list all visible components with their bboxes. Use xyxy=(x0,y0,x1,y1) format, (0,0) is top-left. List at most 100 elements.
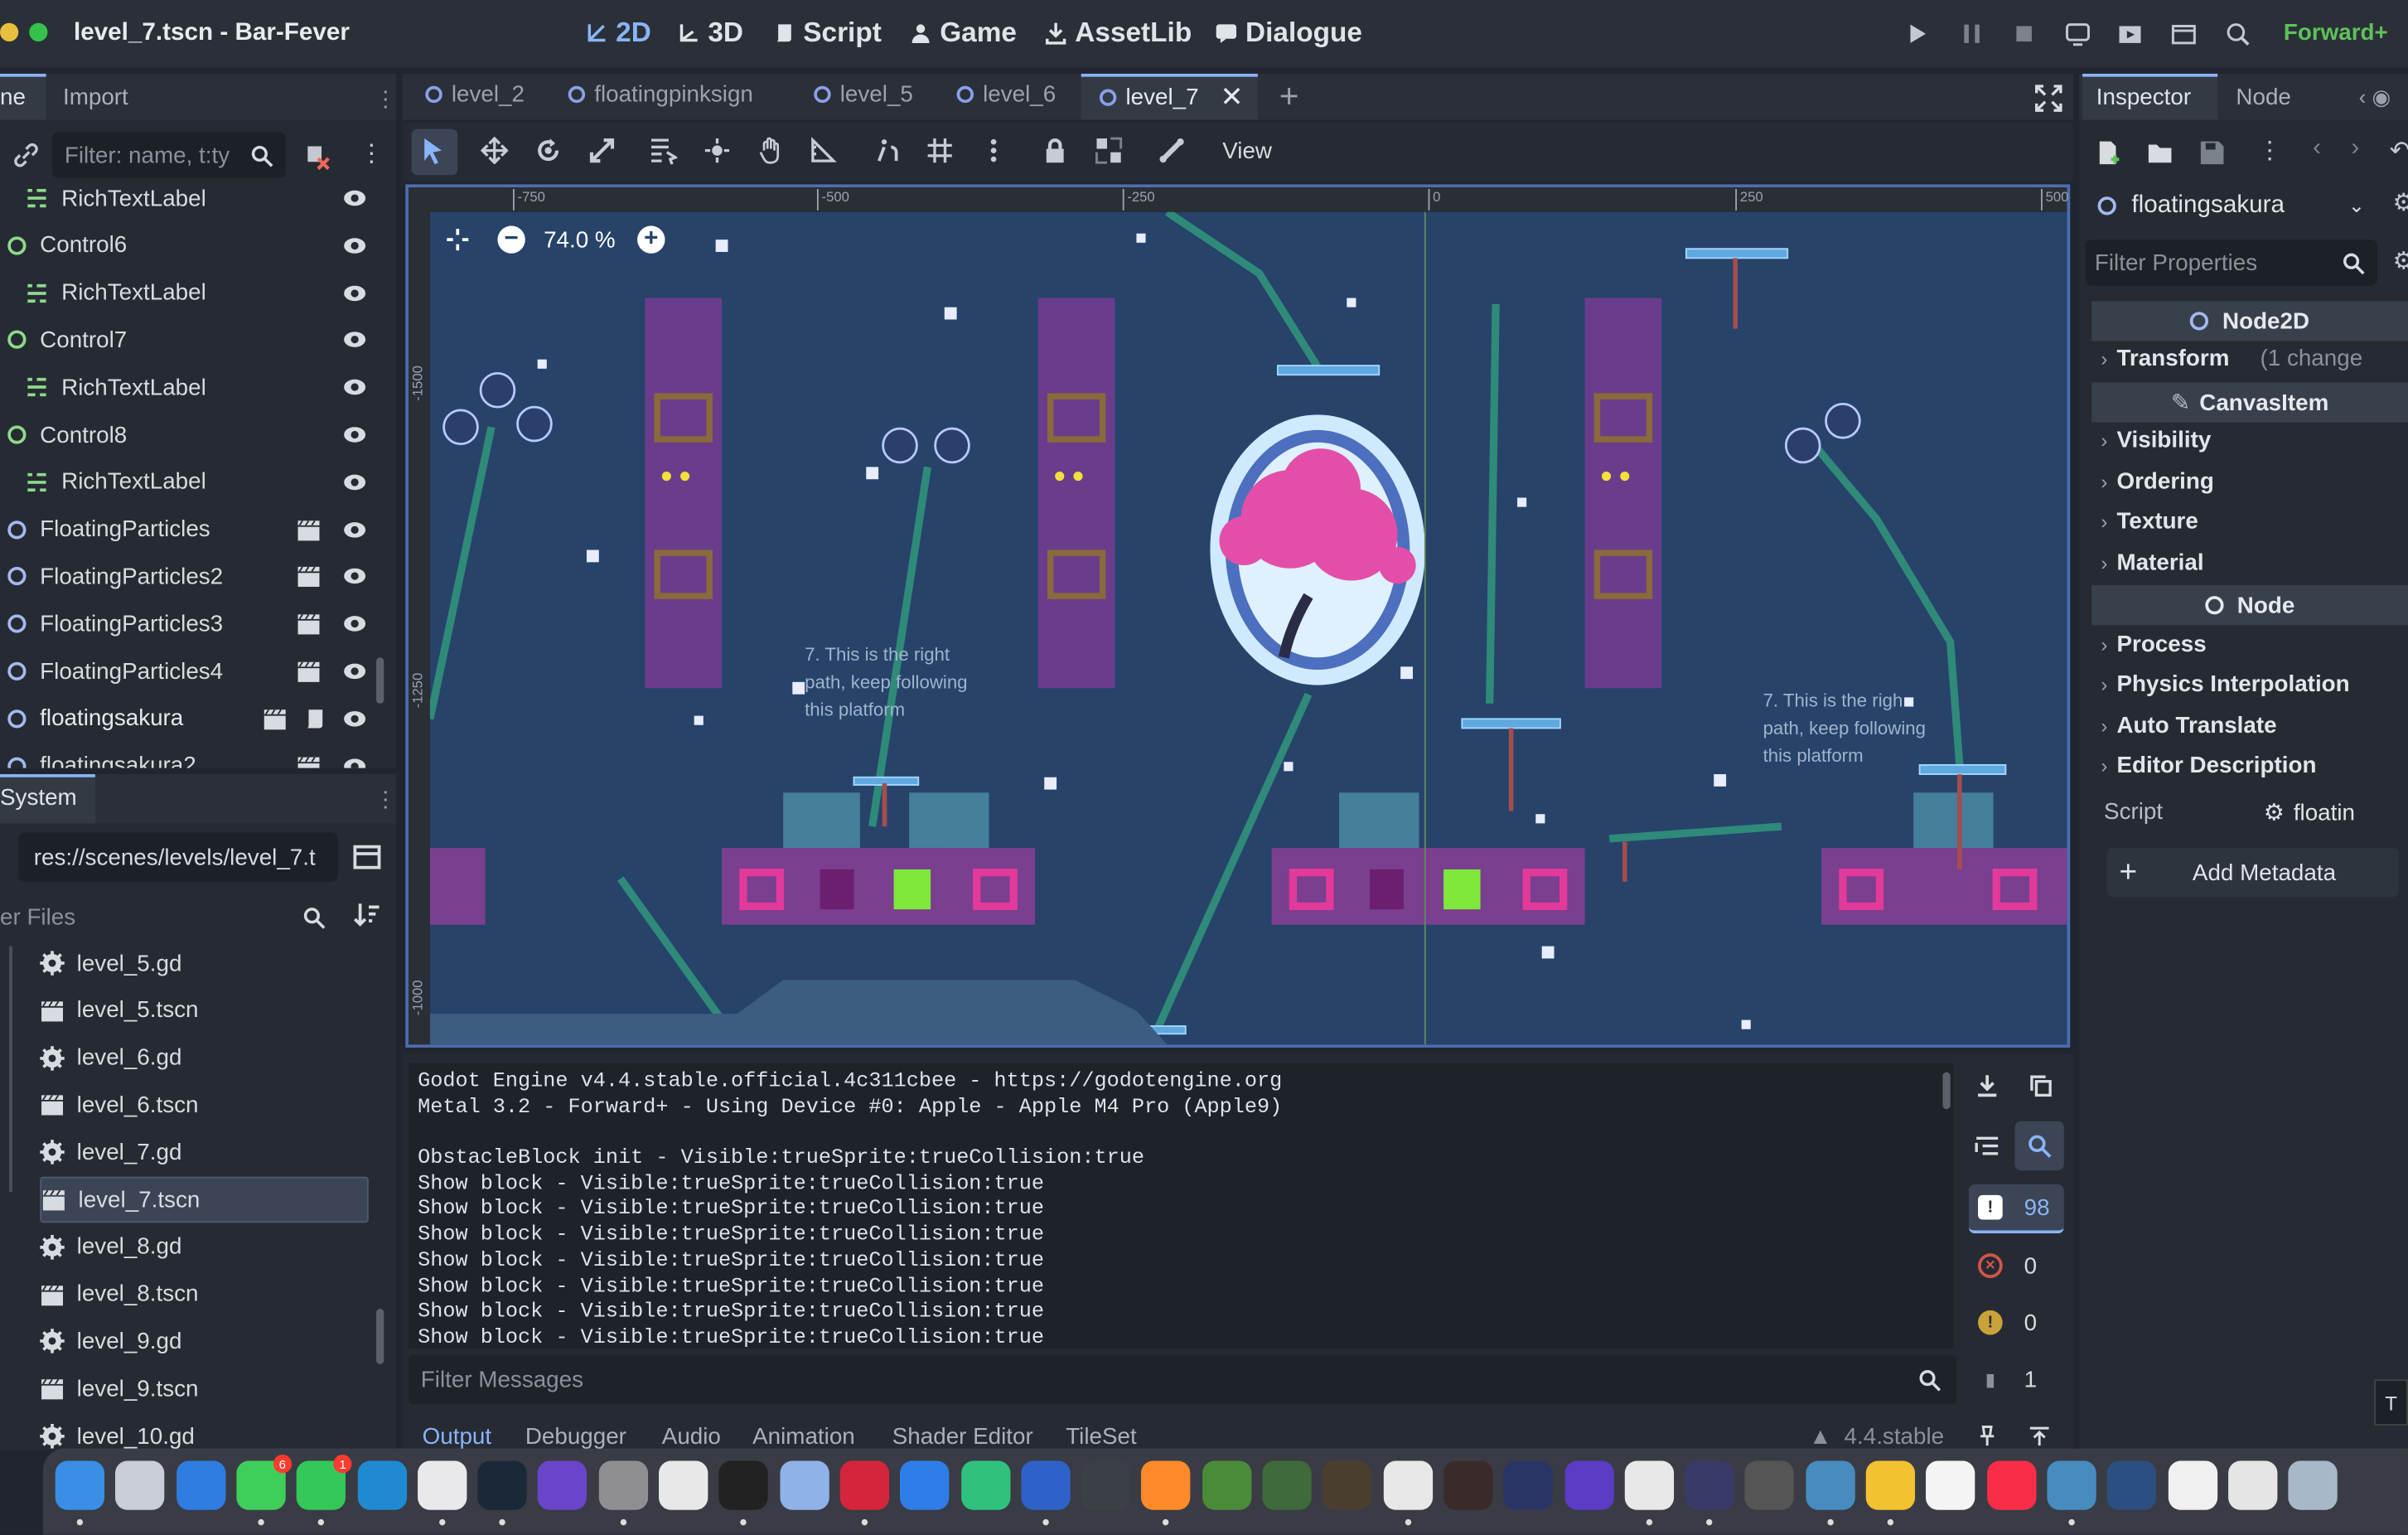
open-in-editor-icon[interactable] xyxy=(297,517,322,542)
books-icon[interactable] xyxy=(1141,1460,1192,1510)
game-icon[interactable] xyxy=(1262,1460,1312,1510)
run-current-scene-icon[interactable] xyxy=(2118,22,2143,46)
expand-panel-icon[interactable] xyxy=(2028,1426,2050,1447)
zoom-window-button[interactable] xyxy=(29,22,48,42)
godot-icon[interactable] xyxy=(1805,1460,1855,1510)
inspector-group-transform[interactable]: › Transform (1 change xyxy=(2101,346,2362,372)
bottom-tab-audio[interactable]: Audio xyxy=(662,1424,721,1450)
scene-tree-item[interactable]: FloatingParticles xyxy=(0,506,392,553)
script-resource-picker[interactable]: ⚙ floatin xyxy=(2264,790,2408,836)
scene-tree-item[interactable]: RichTextLabel xyxy=(0,365,392,411)
scene-filter-input[interactable]: Filter: name, t:ty xyxy=(52,132,286,178)
scene-tree-item[interactable]: RichTextLabel xyxy=(0,182,392,221)
inspector-group-material[interactable]: › Material xyxy=(2101,550,2203,576)
notchless-icon[interactable] xyxy=(417,1460,467,1510)
object-selector[interactable]: floatingsakura ⌄ xyxy=(2086,183,2377,230)
workspace-game-button[interactable]: Game xyxy=(909,17,1017,49)
open-in-editor-icon[interactable] xyxy=(297,612,322,637)
path-field[interactable]: res://scenes/levels/level_7.t xyxy=(18,832,338,882)
editor-messages-toggle[interactable]: ▮ 1 xyxy=(1969,1355,2064,1404)
file-filter-input[interactable]: er Files xyxy=(0,894,338,941)
scene-tree-item[interactable]: FloatingParticles4 xyxy=(0,648,392,695)
vscode-icon[interactable] xyxy=(356,1460,407,1510)
davinci-icon[interactable] xyxy=(839,1460,889,1510)
textedit-icon[interactable] xyxy=(2167,1460,2217,1510)
screens-icon[interactable] xyxy=(900,1460,950,1510)
open-in-editor-icon[interactable] xyxy=(263,706,288,731)
snap-options-icon[interactable] xyxy=(979,137,1007,164)
filter-properties-input[interactable]: Filter Properties xyxy=(2085,240,2377,286)
file-item[interactable]: level_6.gd xyxy=(40,1034,378,1081)
open-in-editor-icon[interactable] xyxy=(297,659,322,684)
visibility-eye-icon[interactable] xyxy=(342,517,367,542)
movie-maker-icon[interactable] xyxy=(2225,22,2250,46)
zoom-out-button[interactable]: − xyxy=(497,225,525,254)
bottom-tab-tileset[interactable]: TileSet xyxy=(1066,1424,1137,1450)
file-item[interactable]: level_7.gd xyxy=(40,1130,378,1176)
warnings-filter-toggle[interactable]: ! 0 xyxy=(1969,1298,2064,1347)
inspector-group-auto-translate[interactable]: › Auto Translate xyxy=(2101,713,2276,739)
link-icon[interactable] xyxy=(14,143,39,167)
bottom-tab-shader-editor[interactable]: Shader Editor xyxy=(892,1424,1033,1450)
fs-menu-icon[interactable]: ⋮ xyxy=(375,787,396,813)
notification-bell-icon[interactable]: ▲ xyxy=(1809,1424,1832,1450)
visibility-eye-icon[interactable] xyxy=(342,280,367,305)
remote-debug-icon[interactable] xyxy=(2066,22,2091,46)
close-tab-icon[interactable]: ✕ xyxy=(1221,81,1244,114)
scale-tool-icon[interactable] xyxy=(588,137,616,164)
grid-snap-icon[interactable] xyxy=(926,137,954,164)
split-view-icon[interactable] xyxy=(353,843,381,870)
save-icon[interactable] xyxy=(2199,140,2226,167)
play-icon[interactable] xyxy=(1904,22,1929,46)
resource-menu-icon[interactable]: ⋮ xyxy=(2257,135,2282,166)
workspace-3d-button[interactable]: 3D xyxy=(677,17,743,49)
scene-tab[interactable]: level_7 ✕ xyxy=(1099,81,1244,114)
visibility-eye-icon[interactable] xyxy=(342,706,367,731)
level-canvas[interactable]: 7. This is the right path, keep following… xyxy=(429,211,2067,1045)
scene-tree-item[interactable]: Control8 xyxy=(0,412,392,458)
bone-icon[interactable] xyxy=(1158,137,1185,164)
history-forward-icon[interactable]: › xyxy=(2351,135,2359,162)
scene-tab[interactable]: floatingpinksign xyxy=(568,81,753,108)
visibility-eye-icon[interactable] xyxy=(342,423,367,448)
open-in-editor-icon[interactable] xyxy=(297,564,322,589)
music-icon[interactable] xyxy=(1986,1460,2036,1510)
ruler-tool-icon[interactable] xyxy=(810,137,837,164)
file-item[interactable]: level_5.gd xyxy=(40,947,378,986)
zoom-level[interactable]: 74.0 % xyxy=(544,227,616,254)
file-item[interactable]: level_10.gd xyxy=(40,1413,378,1450)
visibility-eye-icon[interactable] xyxy=(342,327,367,352)
roblox-icon[interactable] xyxy=(1383,1460,1433,1510)
pixel-icon[interactable] xyxy=(1865,1460,1916,1510)
zoom-in-button[interactable]: + xyxy=(637,225,665,254)
scene-tree-item[interactable]: RichTextLabel xyxy=(0,269,392,316)
file-item[interactable]: level_8.tscn xyxy=(40,1271,378,1318)
game-icon[interactable] xyxy=(1564,1460,1613,1510)
notes-icon[interactable] xyxy=(1926,1460,1975,1510)
open-folder-icon[interactable] xyxy=(2147,140,2173,167)
launchpad-icon[interactable] xyxy=(115,1460,165,1510)
viewport[interactable]: -750 -500 -250 0 250 500 -1500 -1250 -1000 xyxy=(405,184,2071,1048)
visibility-eye-icon[interactable] xyxy=(342,612,367,637)
steam-icon[interactable] xyxy=(477,1460,527,1510)
visibility-eye-icon[interactable] xyxy=(342,186,367,211)
window-icon[interactable] xyxy=(2288,1460,2338,1510)
run-custom-scene-icon[interactable] xyxy=(2171,22,2197,46)
dock-move-icon[interactable]: ‹ ◉ xyxy=(2359,85,2391,111)
bottom-tab-animation[interactable]: Animation xyxy=(752,1424,855,1450)
bottom-tab-output[interactable]: Output xyxy=(423,1424,491,1450)
object-menu-icon[interactable]: ⚙ xyxy=(2392,187,2408,218)
inspector-group-texture[interactable]: › Texture xyxy=(2101,508,2198,535)
visibility-eye-icon[interactable] xyxy=(342,470,367,495)
scene-tree-item[interactable]: Control7 xyxy=(0,317,392,364)
center-view-icon[interactable] xyxy=(445,227,470,252)
scene-tree-item[interactable]: FloatingParticles3 xyxy=(0,601,392,647)
godot-icon[interactable] xyxy=(2107,1460,2157,1510)
log-scrollbar[interactable] xyxy=(1942,1072,1951,1110)
messages-filter-toggle[interactable]: ! 98 xyxy=(1968,1184,2064,1234)
history-icon[interactable]: ↶ xyxy=(2390,135,2408,166)
xcode-icon[interactable] xyxy=(1021,1460,1071,1510)
pivot-tool-icon[interactable] xyxy=(704,137,731,164)
rotate-tool-icon[interactable] xyxy=(534,137,562,164)
inspector-group-visibility[interactable]: › Visibility xyxy=(2101,427,2211,453)
